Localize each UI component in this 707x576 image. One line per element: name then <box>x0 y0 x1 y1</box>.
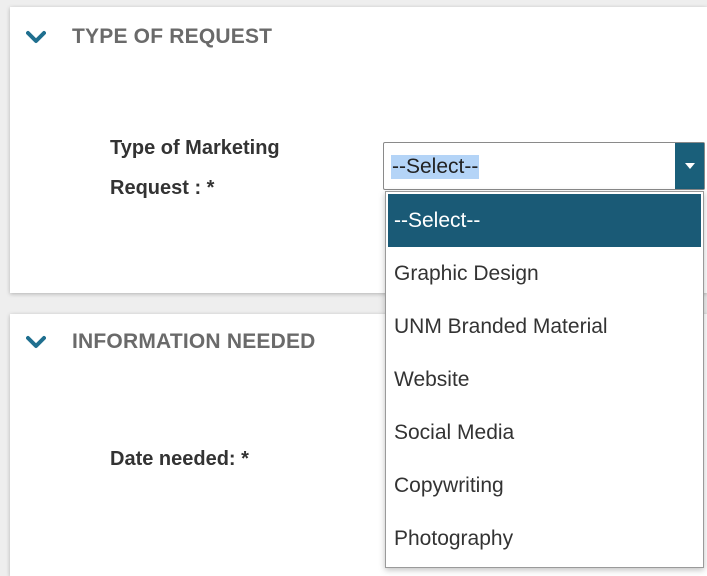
request-type-dropdown-list: --Select-- Graphic Design UNM Branded Ma… <box>385 191 704 568</box>
dropdown-option-copywriting[interactable]: Copywriting <box>386 459 703 512</box>
information-needed-header[interactable]: INFORMATION NEEDED <box>26 330 316 354</box>
chevron-down-icon[interactable] <box>26 30 46 44</box>
section-title: TYPE OF REQUEST <box>72 25 273 48</box>
type-of-marketing-request-label: Type of Marketing Request : * <box>110 137 280 199</box>
select-current-value: --Select-- <box>391 155 480 179</box>
dropdown-option-select[interactable]: --Select-- <box>388 194 701 247</box>
type-of-request-header[interactable]: TYPE OF REQUEST <box>26 25 272 49</box>
caret-down-icon[interactable] <box>675 143 704 189</box>
dropdown-option-graphic-design[interactable]: Graphic Design <box>386 247 703 300</box>
chevron-down-icon[interactable] <box>26 335 46 349</box>
dropdown-option-website[interactable]: Website <box>386 353 703 406</box>
date-needed-label: Date needed: * <box>110 448 249 470</box>
dropdown-option-social-media[interactable]: Social Media <box>386 406 703 459</box>
section-title: INFORMATION NEEDED <box>72 330 316 353</box>
dropdown-option-photography[interactable]: Photography <box>386 512 703 565</box>
dropdown-option-unm-branded-material[interactable]: UNM Branded Material <box>386 300 703 353</box>
type-of-marketing-request-select[interactable]: --Select-- <box>383 142 705 190</box>
